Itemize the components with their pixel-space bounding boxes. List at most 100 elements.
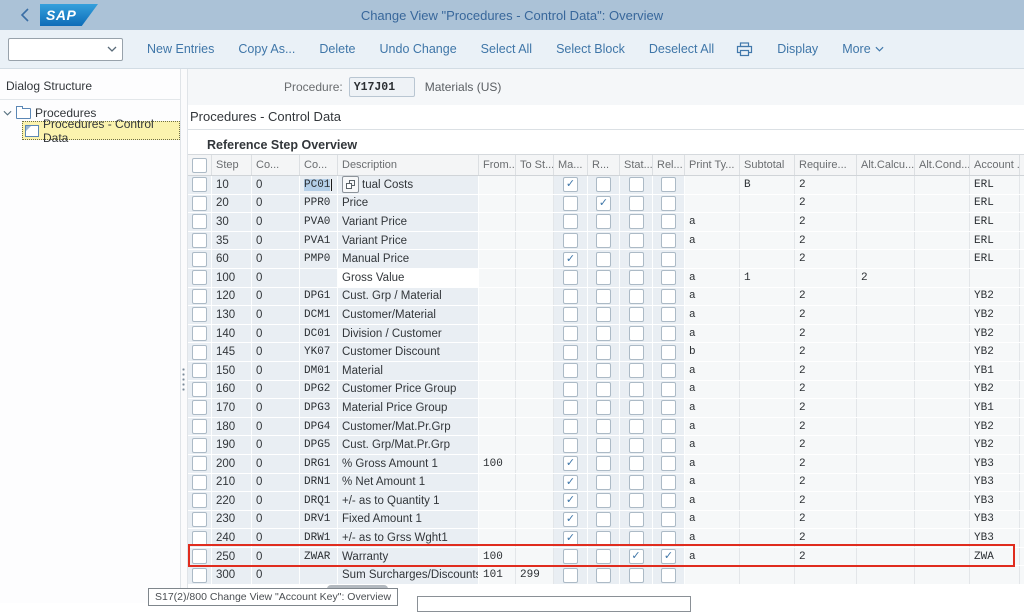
cell-require[interactable]: 2 [795,455,857,473]
cell-rel[interactable] [653,418,685,436]
cell-counter[interactable]: 0 [252,288,300,306]
cell-description[interactable]: Customer Discount [338,343,479,361]
ma-checkbox[interactable]: ✓ [563,177,578,192]
cell-ma[interactable]: ✓ [554,176,588,194]
cell-require[interactable]: 2 [795,474,857,492]
ma-checkbox[interactable] [563,270,578,285]
cell-alt_cond[interactable] [915,306,970,324]
stat-checkbox[interactable] [629,345,644,360]
cell-description[interactable]: Variant Price [338,213,479,231]
cell-require[interactable]: 2 [795,250,857,268]
cell-alt_cond[interactable] [915,548,970,566]
cell-ctype[interactable]: DM01 [300,362,338,380]
cell-stat[interactable] [620,232,653,250]
cell-description[interactable]: Customer/Mat.Pr.Grp [338,418,479,436]
cell-r[interactable] [588,529,620,547]
cell-require[interactable]: 2 [795,548,857,566]
cell-ctype[interactable]: DPG2 [300,381,338,399]
cell-r[interactable] [588,548,620,566]
column-header-print_ty[interactable]: Print Ty... [685,155,740,175]
stat-checkbox[interactable] [629,419,644,434]
stat-checkbox[interactable] [629,531,644,546]
cell-ma[interactable] [554,232,588,250]
ma-checkbox[interactable] [563,363,578,378]
r-checkbox[interactable] [596,345,611,360]
r-checkbox[interactable] [596,214,611,229]
cell-step[interactable]: 145 [212,343,252,361]
cell-alt_cond[interactable] [915,399,970,417]
cell-stat[interactable] [620,474,653,492]
cell-alt_cond[interactable] [915,195,970,213]
cell-print_ty[interactable]: a [685,529,740,547]
rel-checkbox[interactable] [661,326,676,341]
cell-require[interactable]: 2 [795,325,857,343]
stat-checkbox[interactable] [629,307,644,322]
row-select-checkbox[interactable] [192,400,207,415]
more-button[interactable]: More [842,42,883,56]
cell-alt_cond[interactable] [915,343,970,361]
cell-to[interactable] [516,418,554,436]
row-select-checkbox[interactable] [192,289,207,304]
cell-subtotal[interactable] [740,288,795,306]
cell-alt_calcu[interactable] [857,474,915,492]
cell-stat[interactable] [620,325,653,343]
stat-checkbox[interactable] [629,438,644,453]
cell-sel[interactable] [188,213,212,231]
cell-alt_calcu[interactable] [857,492,915,510]
cell-stat[interactable] [620,492,653,510]
cell-account[interactable]: YB1 [970,399,1020,417]
cell-ctype[interactable]: YK07 [300,343,338,361]
cell-ma[interactable] [554,269,588,287]
cell-sel[interactable] [188,548,212,566]
cell-ma[interactable] [554,381,588,399]
cell-subtotal[interactable] [740,232,795,250]
cell-ctype[interactable]: DRW1 [300,529,338,547]
cell-print_ty[interactable]: a [685,455,740,473]
cell-r[interactable] [588,455,620,473]
r-checkbox[interactable] [596,233,611,248]
cell-account[interactable]: YB2 [970,418,1020,436]
ma-checkbox[interactable] [563,289,578,304]
cell-ctype[interactable] [300,566,338,584]
cell-subtotal[interactable] [740,474,795,492]
ma-checkbox[interactable]: ✓ [563,252,578,267]
cell-stat[interactable] [620,269,653,287]
cell-r[interactable] [588,176,620,194]
row-select-checkbox[interactable] [192,270,207,285]
cell-from[interactable]: 100 [479,455,516,473]
cell-to[interactable] [516,343,554,361]
cell-to[interactable] [516,492,554,510]
cell-subtotal[interactable] [740,325,795,343]
cell-r[interactable] [588,213,620,231]
row-select-checkbox[interactable] [192,177,207,192]
cell-r[interactable] [588,362,620,380]
cell-rel[interactable] [653,195,685,213]
cell-print_ty[interactable]: a [685,306,740,324]
cell-counter[interactable]: 0 [252,381,300,399]
rel-checkbox[interactable] [661,512,676,527]
cell-counter[interactable]: 0 [252,213,300,231]
cell-counter[interactable]: 0 [252,492,300,510]
cell-to[interactable] [516,325,554,343]
cell-account[interactable]: YB3 [970,455,1020,473]
rel-checkbox[interactable] [661,475,676,490]
cell-stat[interactable] [620,436,653,454]
chevron-down-icon[interactable] [3,110,12,116]
cell-r[interactable] [588,381,620,399]
cell-r[interactable] [588,269,620,287]
r-checkbox[interactable] [596,419,611,434]
cell-ctype[interactable]: DRN1 [300,474,338,492]
ma-checkbox[interactable] [563,345,578,360]
cell-alt_calcu[interactable] [857,250,915,268]
cell-r[interactable] [588,511,620,529]
r-checkbox[interactable] [596,549,611,564]
cell-ctype[interactable]: PVA1 [300,232,338,250]
cell-description[interactable]: +/- as to Quantity 1 [338,492,479,510]
cell-sel[interactable] [188,399,212,417]
cell-alt_calcu[interactable] [857,381,915,399]
cell-r[interactable] [588,325,620,343]
stat-checkbox[interactable] [629,512,644,527]
cell-alt_calcu[interactable] [857,566,915,584]
cell-r[interactable] [588,566,620,584]
cell-alt_calcu[interactable] [857,399,915,417]
